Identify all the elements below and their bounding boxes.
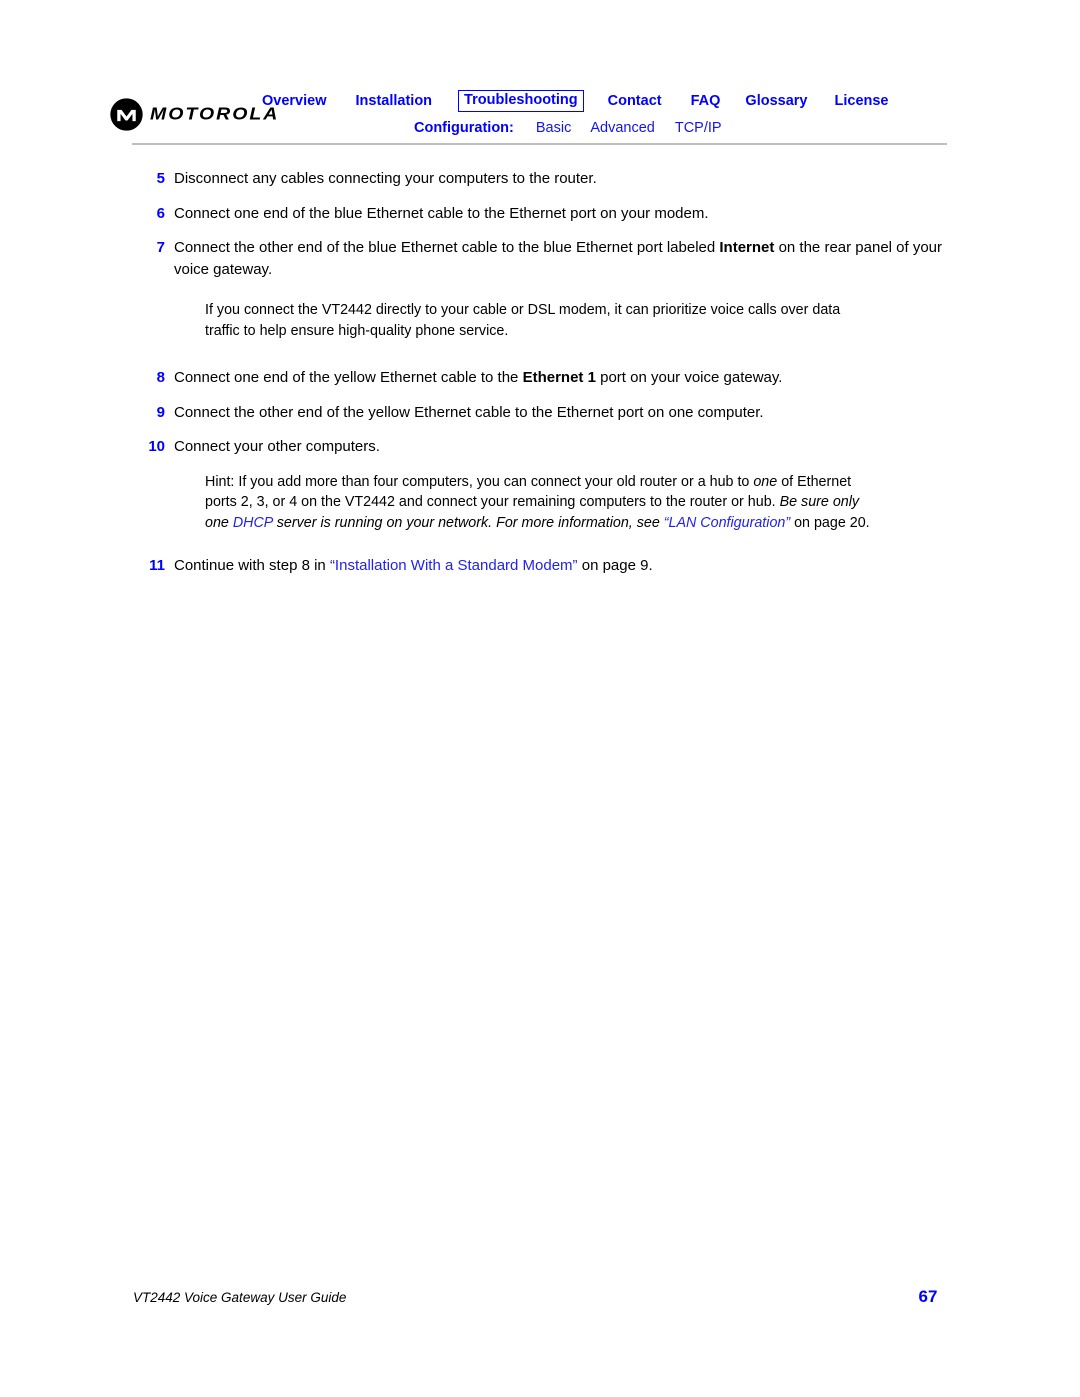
nav-item-config-tcpip[interactable]: TCP/IP [675, 120, 722, 136]
text-run: Hint: If you add more than four computer… [205, 473, 754, 490]
text-run: Connect one end of the blue Ethernet cab… [174, 204, 709, 222]
motorola-wordmark: MOTOROLA [150, 103, 280, 124]
footer-page-number: 67 [918, 1287, 938, 1306]
text-run: Connect the other end of the blue Ethern… [174, 239, 720, 256]
step-number: 10 [148, 438, 165, 455]
list-item: 6 Connect one end of the blue Ethernet c… [0, 203, 1080, 225]
list-item: 5 Disconnect any cables connecting your … [0, 168, 1080, 190]
document-page: MOTOROLA Overview Installation Troublesh… [0, 0, 1080, 1397]
text-run: on page 20. [790, 514, 870, 531]
motorola-logo: MOTOROLA [110, 98, 279, 131]
list-item: 8 Connect one end of the yellow Ethernet… [0, 367, 1080, 389]
emphasis-italic: server is running on your network. For m… [272, 514, 664, 531]
step-number: 6 [156, 204, 165, 222]
step-text: Connect the other end of the blue Ethern… [174, 237, 946, 280]
nav-item-config-basic[interactable]: Basic [536, 120, 571, 136]
nav-item-faq[interactable]: FAQ [691, 94, 721, 109]
note-paragraph-hint: Hint: If you add more than four computer… [205, 472, 883, 534]
text-run: on page 9. [577, 557, 653, 574]
cross-reference-link[interactable]: “Installation With a Standard Modem” [330, 557, 578, 574]
list-item: 11 Continue with step 8 in “Installation… [0, 555, 1080, 577]
nav-item-config-advanced[interactable]: Advanced [590, 120, 655, 136]
nav-item-contact[interactable]: Contact [608, 94, 662, 109]
step-number: 7 [156, 239, 165, 256]
text-run: If you connect the VT2442 directly to yo… [205, 302, 841, 339]
main-navigation: Overview Installation Troubleshooting Co… [262, 84, 962, 139]
emphasis-bold: Internet [719, 239, 775, 256]
motorola-m-logo-icon [110, 98, 143, 131]
nav-item-license[interactable]: License [835, 94, 889, 109]
cross-reference-link[interactable]: DHCP [233, 515, 273, 531]
step-text: Connect one end of the yellow Ethernet c… [174, 367, 946, 389]
nav-primary-row: Overview Installation Troubleshooting Co… [262, 84, 962, 113]
text-run: Connect one end of the yellow Ethernet c… [174, 369, 523, 386]
nav-configuration-label: Configuration: [414, 120, 514, 136]
page-footer: VT2442 Voice Gateway User Guide 67 [0, 1287, 1080, 1314]
footer-guide-title: VT2442 Voice Gateway User Guide [133, 1290, 347, 1305]
list-item: 7 Connect the other end of the blue Ethe… [0, 237, 1080, 280]
text-run: Disconnect any cables connecting your co… [174, 170, 597, 187]
emphasis-bold: Ethernet 1 [522, 369, 596, 386]
emphasis-italic: one [753, 473, 778, 490]
step-number: 11 [149, 557, 165, 574]
step-number: 8 [156, 369, 165, 386]
nav-item-installation[interactable]: Installation [356, 94, 433, 109]
step-number: 5 [156, 170, 165, 187]
nav-item-overview[interactable]: Overview [262, 94, 327, 109]
text-run: Connect the other end of the yellow Ethe… [174, 403, 764, 421]
nav-configuration-row: Configuration: Basic Advanced TCP/IP [262, 113, 962, 139]
step-text: Continue with step 8 in “Installation Wi… [174, 555, 946, 577]
header-divider [132, 143, 947, 145]
step-number: 9 [156, 403, 165, 421]
note-paragraph-modem: If you connect the VT2442 directly to yo… [205, 300, 878, 341]
text-run: port on your voice gateway. [595, 369, 783, 386]
step-text: Connect your other computers. [174, 436, 946, 458]
step-text: Connect the other end of the yellow Ethe… [174, 402, 946, 424]
text-run: Continue with step 8 in [174, 557, 330, 574]
text-run: Connect your other computers. [174, 438, 380, 455]
list-item: 10 Connect your other computers. [0, 436, 1080, 458]
step-text: Disconnect any cables connecting your co… [174, 168, 946, 190]
cross-reference-link[interactable]: “LAN Configuration” [664, 515, 790, 531]
nav-item-glossary[interactable]: Glossary [745, 94, 807, 109]
page-header: MOTOROLA Overview Installation Troublesh… [0, 84, 1080, 144]
nav-item-troubleshooting[interactable]: Troubleshooting [458, 90, 584, 112]
step-text: Connect one end of the blue Ethernet cab… [174, 203, 946, 225]
page-content: 5 Disconnect any cables connecting your … [0, 168, 1080, 590]
list-item: 9 Connect the other end of the yellow Et… [0, 402, 1080, 424]
